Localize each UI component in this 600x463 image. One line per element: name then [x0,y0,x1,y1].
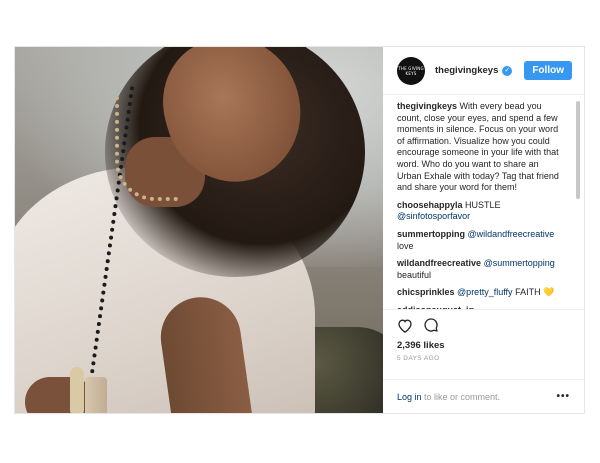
login-prompt-text: to like or comment. [421,391,501,402]
comment-item: summertopping @wildandfreecreative love [397,229,570,252]
more-options-icon[interactable]: ••• [556,391,570,402]
yellow-heart-icon: 💛 [543,287,555,298]
comment-username[interactable]: choosehappyla [397,200,463,210]
avatar-logo-text: THE GIVING KEYS [398,65,424,76]
comment-text: beautiful [397,269,432,280]
comment-mention[interactable]: @summertopping [484,258,555,268]
comment-username[interactable]: chicsprinkles [397,287,455,297]
heart-icon[interactable] [397,318,413,333]
comment-item: choosehappyla HUSTLE @sinfotosporfavor [397,200,570,223]
comment-item: wildandfreecreative @summertopping beaut… [397,258,570,281]
comment-mention[interactable]: @sinfotosporfavor [397,211,470,221]
post-side-panel: THE GIVING KEYS thegivingkeys ✓ Follow t… [383,47,584,413]
comment-text: HUSTLE [465,199,501,210]
caption-text: With every bead you count, close your ey… [397,101,559,193]
instagram-post-card: THE GIVING KEYS thegivingkeys ✓ Follow t… [14,46,585,414]
post-photo[interactable] [15,47,383,413]
action-icons [397,316,570,334]
post-actions: 2,396 likes 5 DAYS AGO [383,309,584,379]
post-date: 5 DAYS AGO [397,355,440,362]
verified-icon: ✓ [502,65,513,76]
comment-item: chicsprinkles @pretty_fluffy FAITH 💛 [397,287,570,299]
photo-key-pendant [70,367,84,413]
comments-section[interactable]: thegivingkeys With every bead you count,… [383,95,584,309]
comments-scrollbar[interactable] [576,101,580,199]
comment-icon[interactable] [423,317,439,333]
caption-username[interactable]: thegivingkeys [397,101,457,111]
post-header: THE GIVING KEYS thegivingkeys ✓ Follow [383,47,584,95]
comment-mention[interactable]: @wildandfreecreative [468,229,555,239]
comment-username[interactable]: wildandfreecreative [397,258,481,268]
comment-mention[interactable]: @pretty_fluffy [457,287,513,297]
post-caption: thegivingkeys With every bead you count,… [397,101,570,194]
photo-necklace-beige [115,97,179,201]
avatar[interactable]: THE GIVING KEYS [397,56,425,85]
follow-button[interactable]: Follow [524,61,572,80]
comment-username[interactable]: summertopping [397,229,465,239]
username-link[interactable]: thegivingkeys [435,65,498,76]
comment-text: love [397,240,414,251]
login-link[interactable]: Log in [397,392,422,402]
photo-tassel [85,377,107,413]
likes-count[interactable]: 2,396 likes [397,340,570,351]
comment-text: FAITH [515,287,541,298]
login-footer: Log in to like or comment. ••• [383,379,584,413]
